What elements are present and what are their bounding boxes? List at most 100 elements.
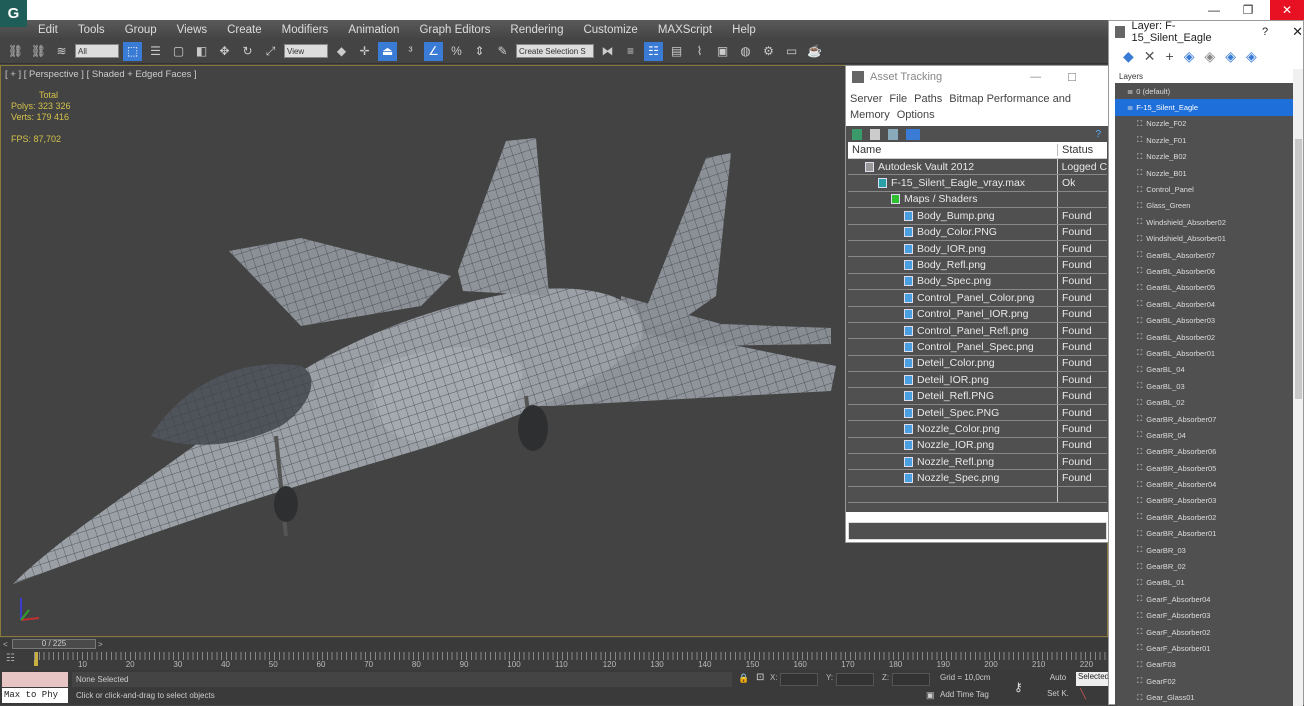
asset-row[interactable]: Nozzle_IOR.png Found: [848, 437, 1107, 455]
layer-object-item[interactable]: ⛶ GearBL_Absorber07: [1115, 247, 1293, 263]
menu-group[interactable]: Group: [125, 24, 157, 36]
asset-row[interactable]: Maps / Shaders: [848, 191, 1107, 209]
selection-lock-icon[interactable]: 🔒: [738, 673, 749, 684]
freeze-all-layers-icon[interactable]: ◈: [1246, 48, 1257, 65]
auto-key-button[interactable]: Auto: [1042, 673, 1074, 686]
asset-row[interactable]: F-15_Silent_Eagle_vray.max Ok: [848, 175, 1107, 192]
layer-object-item[interactable]: ⛶ GearBL_02: [1115, 394, 1293, 410]
key-filters-icon[interactable]: ╲: [1080, 689, 1086, 700]
layer-object-item[interactable]: ⛶ GearBL_01: [1115, 575, 1293, 591]
angle-snap-icon[interactable]: ∠: [424, 41, 443, 61]
layer-object-item[interactable]: ⛶ GearF_Absorber01: [1115, 640, 1293, 656]
layer-object-item[interactable]: ⛶ GearBL_Absorber05: [1115, 280, 1293, 296]
list-view-icon[interactable]: [870, 128, 880, 140]
next-frame-button[interactable]: >: [98, 640, 103, 649]
delete-layer-icon[interactable]: ✕: [1144, 48, 1156, 65]
asset-row[interactable]: Nozzle_Refl.png Found: [848, 454, 1107, 471]
asset-row[interactable]: Body_IOR.png Found: [848, 240, 1107, 258]
time-slider-track[interactable]: < 0 / 225 >: [0, 638, 1108, 650]
material-editor-icon[interactable]: ◍: [736, 42, 755, 61]
layer-object-item[interactable]: ⛶ GearBR_02: [1115, 558, 1293, 574]
layer-vertical-scrollbar[interactable]: [1293, 69, 1303, 706]
asset-row[interactable]: Deteil_Refl.PNG Found: [848, 388, 1107, 405]
y-coordinate-field[interactable]: [836, 673, 874, 686]
layer-object-item[interactable]: ⛶ GearBL_03: [1115, 378, 1293, 394]
render-setup-icon[interactable]: ⚙: [759, 42, 778, 61]
add-time-tag-button[interactable]: Add Time Tag: [940, 690, 989, 699]
layer-object-item[interactable]: ⛶ Gear_Glass01: [1115, 689, 1293, 705]
schematic-view-icon[interactable]: ▣: [713, 42, 732, 61]
asset-row[interactable]: Nozzle_Spec.png Found: [848, 470, 1107, 487]
asset-menu-paths[interactable]: Paths: [914, 93, 942, 105]
layer-object-item[interactable]: ⛶ Windshield_Absorber01: [1115, 231, 1293, 247]
named-selection-dropdown[interactable]: Create Selection S: [516, 44, 594, 58]
layer-object-item[interactable]: ⛶ GearBL_04: [1115, 362, 1293, 378]
render-production-icon[interactable]: ☕: [805, 42, 824, 61]
maxscript-listener-output[interactable]: [2, 672, 68, 687]
reference-coord-dropdown[interactable]: View: [284, 44, 328, 58]
select-object-icon[interactable]: ⬚: [123, 41, 142, 61]
app-logo-icon[interactable]: G: [0, 0, 27, 27]
layer-object-item[interactable]: ⛶ GearBR_Absorber01: [1115, 526, 1293, 542]
menu-help[interactable]: Help: [732, 24, 756, 36]
thumbnail-icon[interactable]: [888, 128, 898, 140]
minimize-button[interactable]: —: [1197, 0, 1231, 20]
layer-object-item[interactable]: ⛶ GearBL_Absorber06: [1115, 263, 1293, 279]
menu-rendering[interactable]: Rendering: [510, 24, 563, 36]
select-manipulate-icon[interactable]: ✛: [355, 42, 374, 61]
key-filter-dropdown[interactable]: Selected: [1076, 672, 1109, 686]
layer-object-item[interactable]: ⛶ GearBL_Absorber03: [1115, 312, 1293, 328]
menu-edit[interactable]: Edit: [38, 24, 58, 36]
select-layer-objects-icon[interactable]: ◈: [1184, 48, 1195, 65]
help-icon[interactable]: ?: [1095, 129, 1101, 140]
asset-row[interactable]: Body_Color.PNG Found: [848, 224, 1107, 241]
asset-row[interactable]: Control_Panel_Refl.png Found: [848, 322, 1107, 340]
asset-row[interactable]: Deteil_IOR.png Found: [848, 372, 1107, 389]
prev-frame-button[interactable]: <: [3, 640, 8, 649]
asset-row[interactable]: Control_Panel_Color.png Found: [848, 290, 1107, 307]
refresh-icon[interactable]: [852, 128, 862, 140]
rotate-icon[interactable]: ↻: [238, 42, 257, 61]
select-by-name-icon[interactable]: ☰: [146, 42, 165, 61]
layer-object-item[interactable]: ⛶ GearBR_Absorber05: [1115, 460, 1293, 476]
asset-minimize-button[interactable]: —: [1030, 71, 1041, 83]
maxscript-listener-input[interactable]: Max to Phy: [2, 688, 68, 703]
layer-close-button[interactable]: ✕: [1292, 24, 1303, 40]
layer-object-item[interactable]: ⛶ GearBR_04: [1115, 427, 1293, 443]
layer-object-item[interactable]: ⛶ GearF_Absorber03: [1115, 608, 1293, 624]
layer-object-item[interactable]: ⛶ Windshield_Absorber02: [1115, 214, 1293, 230]
layers-column-header[interactable]: Layers: [1115, 69, 1293, 83]
column-status[interactable]: Status: [1058, 144, 1093, 156]
menu-maxscript[interactable]: MAXScript: [658, 24, 712, 36]
pivot-center-icon[interactable]: ◆: [332, 42, 351, 61]
spinner-snap-icon[interactable]: ⇕: [470, 42, 489, 61]
asset-row[interactable]: Body_Bump.png Found: [848, 208, 1107, 225]
asset-path-field[interactable]: [848, 522, 1107, 540]
new-layer-icon[interactable]: ◆: [1123, 48, 1134, 65]
layer-object-item[interactable]: ⛶ Nozzle_F01: [1115, 132, 1293, 148]
asset-menu-server[interactable]: Server: [850, 93, 882, 105]
asset-row[interactable]: Body_Spec.png Found: [848, 273, 1107, 291]
menu-customize[interactable]: Customize: [583, 24, 637, 36]
layer-object-item[interactable]: ⛶ GearBR_Absorber06: [1115, 444, 1293, 460]
layer-object-item[interactable]: ⛶ Nozzle_F02: [1115, 116, 1293, 132]
rect-selection-icon[interactable]: ▢: [169, 42, 188, 61]
asset-row[interactable]: Control_Panel_IOR.png Found: [848, 306, 1107, 323]
layer-object-item[interactable]: ⛶ GearBR_Absorber07: [1115, 411, 1293, 427]
link-icon[interactable]: ⛓: [6, 42, 25, 61]
snaps-toggle-icon[interactable]: ³: [401, 42, 420, 61]
asset-row[interactable]: Deteil_Spec.PNG Found: [848, 404, 1107, 422]
hide-all-layers-icon[interactable]: ◈: [1225, 48, 1236, 65]
asset-maximize-button[interactable]: ☐: [1067, 71, 1077, 84]
layer-object-item[interactable]: ⛶ GearBL_Absorber01: [1115, 345, 1293, 361]
align-icon[interactable]: ≡: [621, 42, 640, 61]
layer-item[interactable]: ≣ 0 (default): [1115, 83, 1293, 99]
menu-create[interactable]: Create: [227, 24, 262, 36]
column-name[interactable]: Name: [848, 144, 1058, 156]
layer-object-item[interactable]: ⛶ Nozzle_B01: [1115, 165, 1293, 181]
asset-menu-options[interactable]: Options: [897, 109, 935, 121]
asset-row[interactable]: Body_Refl.png Found: [848, 257, 1107, 274]
layer-object-item[interactable]: ⛶ GearBL_Absorber02: [1115, 329, 1293, 345]
layer-object-item[interactable]: ⛶ GearF03: [1115, 657, 1293, 673]
layer-item[interactable]: ≣ F-15_Silent_Eagle: [1115, 99, 1293, 116]
